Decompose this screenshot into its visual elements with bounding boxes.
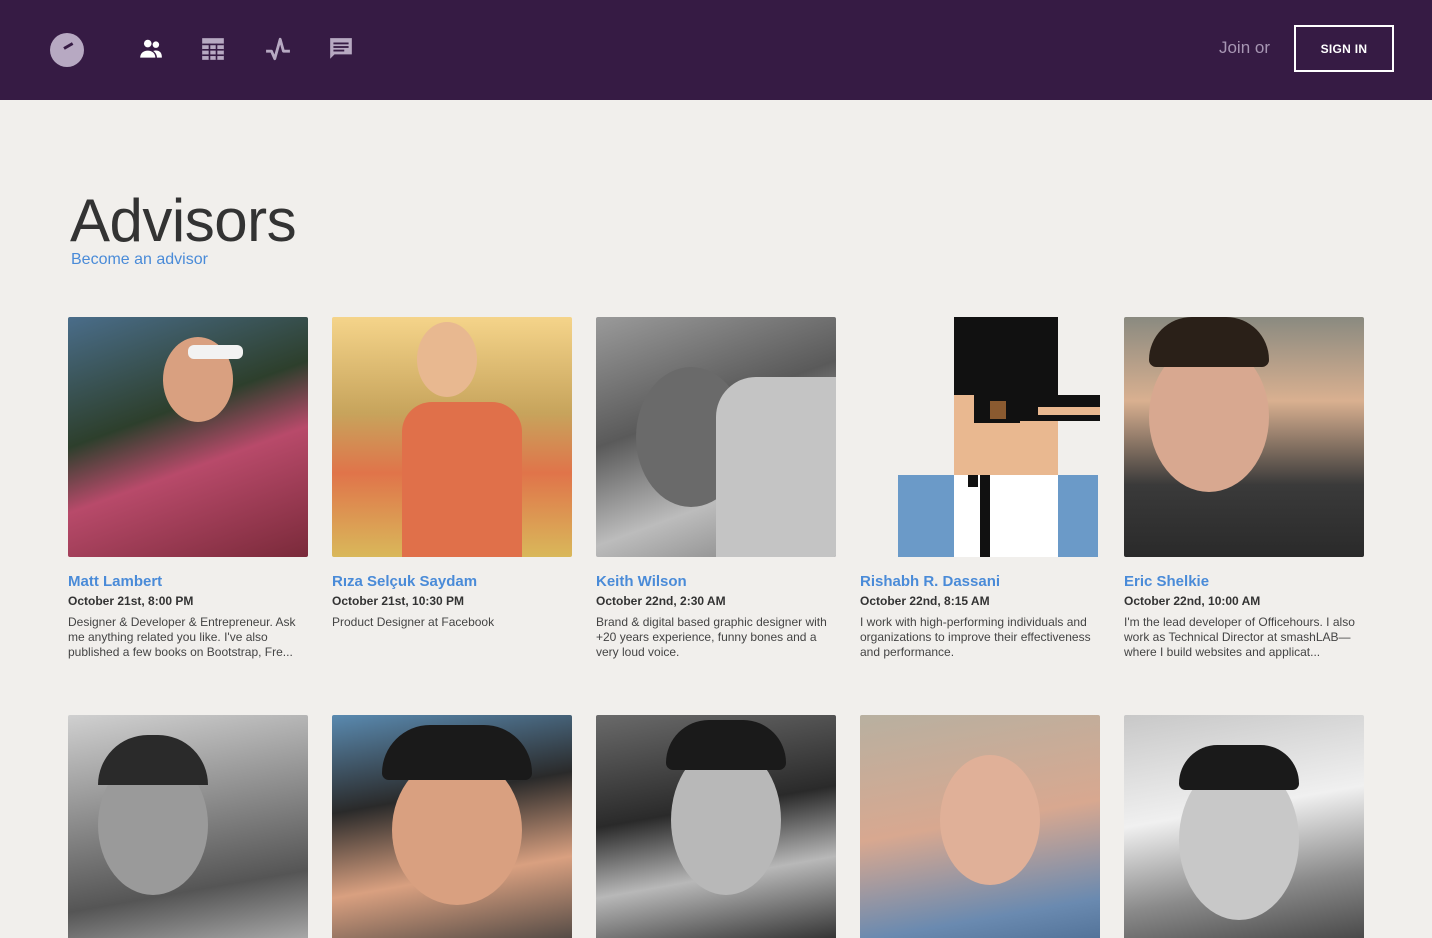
top-nav-bar: Join or SIGN IN (0, 0, 1432, 100)
advisor-card[interactable] (332, 715, 572, 938)
advisor-name[interactable]: Eric Shelkie (1124, 573, 1364, 590)
advisor-photo[interactable] (860, 715, 1100, 938)
logo-icon[interactable] (50, 33, 84, 67)
advisor-date: October 21st, 8:00 PM (68, 594, 194, 608)
advisor-card[interactable] (596, 715, 836, 938)
advisor-date: October 22nd, 10:00 AM (1124, 594, 1261, 608)
advisor-name[interactable]: Matt Lambert (68, 573, 308, 590)
advisor-card[interactable] (860, 715, 1100, 938)
advisor-card[interactable]: Rıza Selçuk Saydam October 21st, 10:30 P… (332, 317, 572, 630)
advisor-card[interactable]: Keith Wilson October 22nd, 2:30 AM Brand… (596, 317, 836, 660)
advisor-name[interactable]: Rıza Selçuk Saydam (332, 573, 572, 590)
advisor-bio: Brand & digital based graphic designer w… (596, 615, 827, 659)
advisor-photo[interactable] (1124, 715, 1364, 938)
advisor-photo[interactable] (68, 317, 308, 557)
join-link[interactable]: Join or (1219, 38, 1270, 58)
chat-icon[interactable] (328, 36, 354, 62)
activity-icon[interactable] (265, 36, 291, 62)
grid-icon[interactable] (200, 36, 226, 62)
advisor-photo[interactable] (596, 317, 836, 557)
advisor-bio: I'm the lead developer of Officehours. I… (1124, 615, 1355, 659)
advisor-bio: Product Designer at Facebook (332, 615, 495, 629)
advisor-card[interactable] (1124, 715, 1364, 938)
advisor-date: October 21st, 10:30 PM (332, 594, 465, 608)
advisor-bio: I work with high-performing individuals … (860, 615, 1091, 659)
advisor-date: October 22nd, 2:30 AM (596, 594, 726, 608)
page-title: Advisors (70, 187, 297, 254)
advisor-photo[interactable] (332, 715, 572, 938)
sign-in-button[interactable]: SIGN IN (1294, 25, 1394, 72)
advisor-bio: Designer & Developer & Entrepreneur. Ask… (68, 615, 296, 659)
advisor-name[interactable]: Rishabh R. Dassani (860, 573, 1100, 590)
advisor-date: October 22nd, 8:15 AM (860, 594, 990, 608)
advisor-photo[interactable] (596, 715, 836, 938)
pixel-avatar-icon (898, 317, 1100, 557)
advisor-photo[interactable] (332, 317, 572, 557)
advisor-card[interactable]: Matt Lambert October 21st, 8:00 PM Desig… (68, 317, 308, 660)
advisor-card[interactable]: Rishabh R. Dassani October 22nd, 8:15 AM… (860, 317, 1100, 660)
advisor-card[interactable] (68, 715, 308, 938)
advisor-photo[interactable] (860, 317, 1100, 557)
advisor-name[interactable]: Keith Wilson (596, 573, 836, 590)
become-advisor-link[interactable]: Become an advisor (71, 251, 208, 269)
people-icon[interactable] (138, 36, 164, 62)
advisor-card[interactable]: Eric Shelkie October 22nd, 10:00 AM I'm … (1124, 317, 1364, 660)
advisor-photo[interactable] (68, 715, 308, 938)
advisor-photo[interactable] (1124, 317, 1364, 557)
